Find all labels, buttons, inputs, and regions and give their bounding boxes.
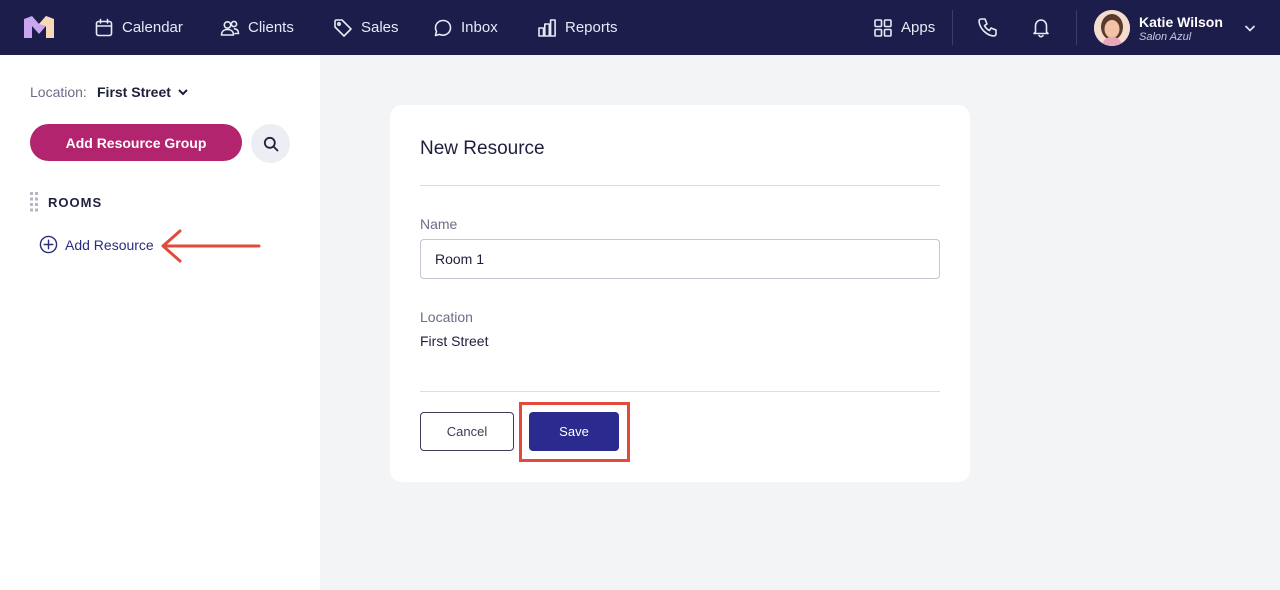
nav-inbox[interactable]: Inbox — [433, 0, 498, 55]
nav-sales-label: Sales — [361, 19, 399, 36]
location-label: Location: — [30, 84, 87, 100]
nav-reports[interactable]: Reports — [537, 0, 618, 55]
resource-group-title: ROOMS — [48, 195, 103, 210]
bar-chart-icon — [538, 18, 556, 37]
name-field-label: Name — [420, 216, 458, 232]
nav-calendar-label: Calendar — [122, 19, 183, 36]
search-icon — [263, 136, 278, 151]
plus-circle-icon — [39, 235, 58, 254]
phone-button[interactable] — [977, 16, 1001, 40]
users-icon — [220, 20, 240, 36]
nav-apps-label: Apps — [901, 19, 936, 36]
nav-apps[interactable]: Apps — [873, 0, 935, 55]
nav-calendar[interactable]: Calendar — [94, 0, 183, 55]
user-name[interactable]: Katie Wilson — [1139, 14, 1223, 30]
brand-logo[interactable] — [24, 16, 54, 38]
cancel-button[interactable]: Cancel — [420, 412, 514, 451]
add-resource-link[interactable]: Add Resource — [39, 235, 154, 254]
top-navigation-bar: Calendar Clients Sales Inbox Reports App… — [0, 0, 1280, 55]
bell-icon — [1033, 19, 1049, 38]
card-divider — [420, 185, 940, 186]
user-menu-toggle[interactable] — [1242, 20, 1258, 36]
card-title: New Resource — [420, 138, 545, 159]
nav-clients-label: Clients — [248, 19, 294, 36]
annotation-arrow-icon — [161, 229, 261, 263]
card-divider — [420, 391, 940, 392]
calendar-icon — [95, 18, 113, 36]
nav-sales[interactable]: Sales — [333, 0, 399, 55]
name-input[interactable] — [420, 239, 940, 279]
nav-clients[interactable]: Clients — [220, 0, 294, 55]
location-field-label: Location — [420, 309, 473, 325]
new-resource-card: New Resource Name Location First Street … — [390, 105, 970, 482]
drag-handle-icon[interactable] — [30, 192, 38, 212]
tag-icon — [334, 18, 352, 37]
add-resource-label: Add Resource — [65, 236, 154, 253]
avatar-image — [1094, 10, 1130, 46]
chevron-down-icon — [178, 89, 188, 96]
location-selector[interactable]: First Street — [97, 84, 189, 100]
notifications-button[interactable] — [1030, 16, 1054, 40]
location-field-value: First Street — [420, 333, 489, 349]
nav-inbox-label: Inbox — [461, 19, 498, 36]
location-selector-value: First Street — [97, 84, 171, 100]
add-resource-group-button[interactable]: Add Resource Group — [30, 124, 242, 161]
search-button[interactable] — [251, 124, 290, 163]
apps-grid-icon — [874, 18, 892, 37]
resources-sidebar: Location: First Street Add Resource Grou… — [0, 55, 320, 590]
save-button[interactable]: Save — [529, 412, 619, 451]
chevron-down-icon — [1244, 25, 1256, 32]
chat-icon — [434, 19, 452, 36]
user-business-name: Salon Azul — [1139, 31, 1192, 43]
user-avatar[interactable] — [1094, 10, 1130, 46]
phone-icon — [978, 18, 997, 37]
nav-divider — [952, 10, 953, 45]
nav-divider — [1076, 10, 1077, 45]
nav-reports-label: Reports — [565, 19, 618, 36]
